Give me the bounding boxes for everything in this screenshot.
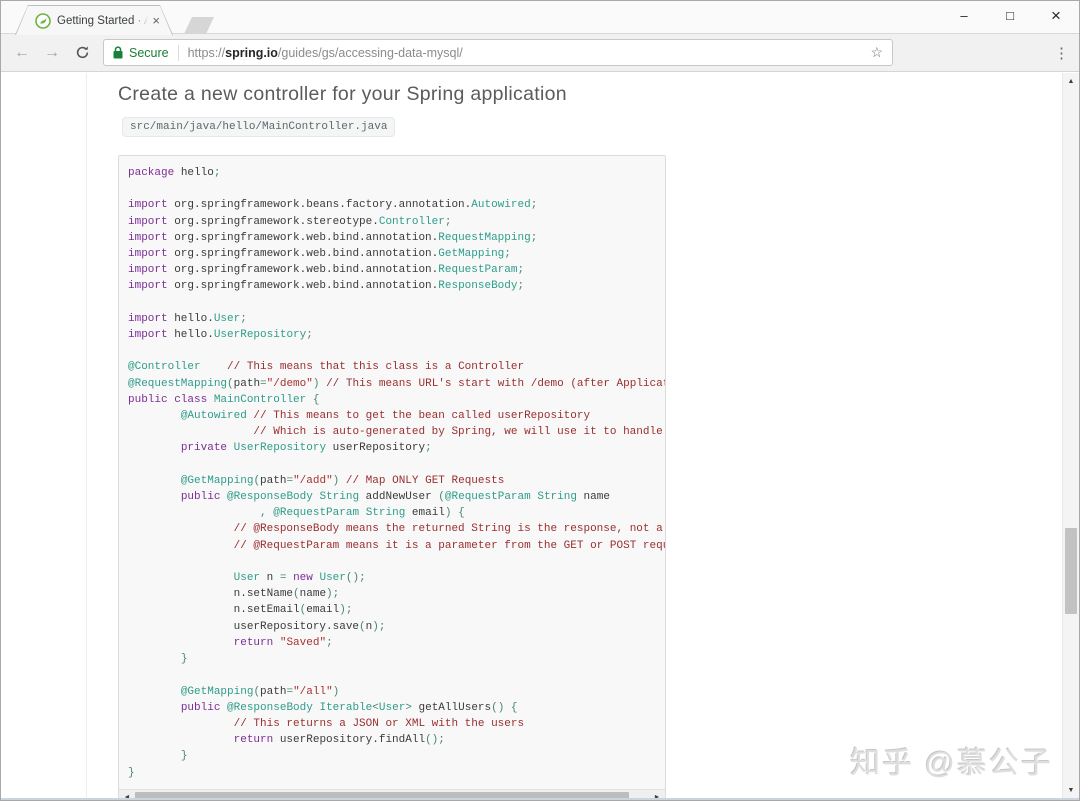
page-title: Create a new controller for your Spring … bbox=[118, 83, 567, 105]
watermark: 知乎 @慕公子 bbox=[850, 747, 1053, 780]
browser-window: Getting Started · Accessi × – □ × ← → bbox=[0, 0, 1080, 801]
scroll-down-icon[interactable]: ▼ bbox=[1063, 783, 1079, 797]
code-line: n.setEmail(email); bbox=[128, 604, 353, 617]
code-line: } bbox=[180, 653, 188, 666]
code-line: return userRepository.findAll(); bbox=[233, 734, 445, 747]
code-line: import org.springframework.web.bind.anno… bbox=[128, 248, 511, 261]
forward-button[interactable]: → bbox=[37, 38, 67, 68]
url-scheme: https:// bbox=[187, 45, 226, 60]
code-block: package hello; import org.springframewor… bbox=[118, 155, 666, 798]
scroll-right-icon[interactable]: ► bbox=[650, 790, 664, 799]
code-line: import org.springframework.stereotype.Co… bbox=[128, 215, 452, 228]
code-line: @RequestMapping(path="/demo") // This me… bbox=[128, 377, 665, 390]
browser-tab[interactable]: Getting Started · Accessi × bbox=[15, 5, 173, 35]
window-controls: – □ × bbox=[941, 1, 1079, 30]
code-line: } bbox=[180, 750, 188, 763]
page-vertical-scrollbar[interactable]: ▲ ▼ bbox=[1062, 73, 1079, 798]
spring-favicon-icon bbox=[35, 13, 51, 29]
code-line: // This returns a JSON or XML with the u… bbox=[233, 717, 525, 730]
code-line: n.setName(name); bbox=[128, 588, 340, 601]
code-line: @Controller // This means that this clas… bbox=[128, 361, 525, 374]
code-line: } bbox=[128, 766, 135, 779]
code-line: public @ResponseBody String addNewUser (… bbox=[180, 491, 610, 504]
code-line: import org.springframework.web.bind.anno… bbox=[128, 231, 538, 244]
tab-strip: Getting Started · Accessi × – □ × bbox=[1, 1, 1079, 34]
close-window-button[interactable]: × bbox=[1033, 1, 1079, 30]
tab-close-icon[interactable]: × bbox=[150, 13, 162, 28]
code-line: // @ResponseBody means the returned Stri… bbox=[233, 523, 665, 536]
url-path: /guides/gs/accessing-data-mysql/ bbox=[277, 45, 463, 60]
code-line: import org.springframework.web.bind.anno… bbox=[128, 264, 525, 277]
address-bar[interactable]: Secure https://spring.io/guides/gs/acces… bbox=[103, 39, 893, 66]
minimize-button[interactable]: – bbox=[941, 1, 987, 30]
scroll-left-icon[interactable]: ◄ bbox=[120, 790, 134, 799]
tab-title: Getting Started · Accessi bbox=[57, 14, 142, 27]
code-line: User n = new User(); bbox=[233, 572, 366, 585]
refresh-button[interactable] bbox=[67, 38, 97, 68]
url-host: spring.io bbox=[225, 45, 278, 60]
scroll-up-icon[interactable]: ▲ bbox=[1063, 74, 1079, 88]
file-path-badge: src/main/java/hello/MainController.java bbox=[122, 117, 396, 137]
maximize-button[interactable]: □ bbox=[987, 1, 1033, 30]
window-bottom-edge bbox=[1, 798, 1079, 800]
code-line: public @ResponseBody Iterable<User> getA… bbox=[180, 701, 518, 714]
code-line: return "Saved"; bbox=[233, 636, 333, 649]
new-tab-button[interactable] bbox=[184, 17, 214, 34]
code-line: @GetMapping(path="/add") // Map ONLY GET… bbox=[180, 474, 505, 487]
back-button[interactable]: ← bbox=[7, 38, 37, 68]
code-line: package hello; bbox=[128, 167, 221, 179]
code-line: @GetMapping(path="/all") bbox=[180, 685, 340, 698]
code-line: import org.springframework.beans.factory… bbox=[128, 199, 538, 212]
lock-icon[interactable] bbox=[113, 46, 123, 59]
code-line: public class MainController { bbox=[128, 393, 320, 406]
code-horizontal-scrollbar[interactable]: ◄ ► bbox=[119, 789, 665, 798]
bookmark-star-icon[interactable]: ☆ bbox=[870, 44, 883, 61]
browser-menu-icon[interactable]: ⋮ bbox=[1054, 44, 1069, 62]
code-line: @Autowired // This means to get the bean… bbox=[180, 410, 591, 423]
code-line: // @RequestParam means it is a parameter… bbox=[233, 539, 665, 552]
code-line: import hello.UserRepository; bbox=[128, 329, 313, 342]
page-content: Create a new controller for your Spring … bbox=[1, 73, 1079, 798]
code-line: import hello.User; bbox=[128, 312, 247, 325]
content-left-rule bbox=[86, 73, 87, 798]
secure-label: Secure bbox=[129, 45, 169, 60]
refresh-icon bbox=[75, 45, 90, 60]
code-line: , @RequestParam String email) { bbox=[260, 507, 465, 520]
code-line: private UserRepository userRepository; bbox=[180, 442, 432, 455]
code-line: // Which is auto-generated by Spring, we… bbox=[253, 426, 663, 439]
code-line: import org.springframework.web.bind.anno… bbox=[128, 280, 525, 293]
code-lines: package hello; import org.springframewor… bbox=[119, 156, 665, 789]
vertical-scroll-thumb[interactable] bbox=[1065, 528, 1077, 614]
code-line: userRepository.save(n); bbox=[128, 620, 386, 633]
omnibox-divider bbox=[177, 44, 179, 61]
browser-toolbar: ← → Secure https://spring.io/guides/gs/a… bbox=[1, 34, 1079, 72]
